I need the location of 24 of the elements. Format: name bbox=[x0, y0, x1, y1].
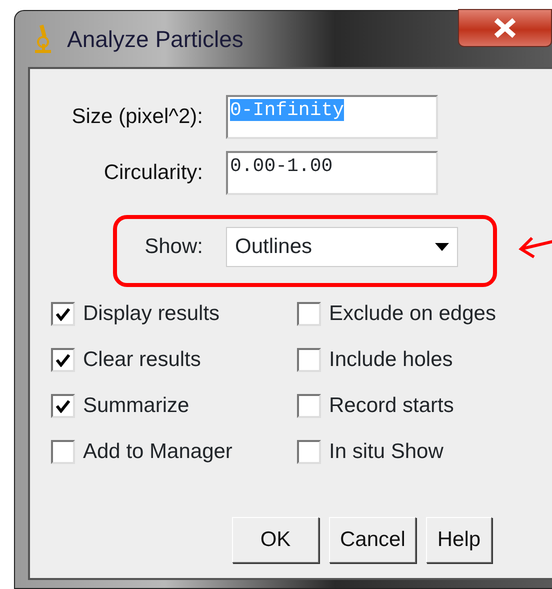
checkbox[interactable]: Record starts bbox=[297, 393, 537, 419]
show-dropdown[interactable]: Outlines bbox=[226, 227, 458, 267]
check-icon bbox=[55, 307, 71, 321]
checkbox[interactable]: Summarize bbox=[51, 393, 297, 419]
input-field[interactable]: 0.00-1.00 bbox=[226, 151, 438, 195]
window-title: Analyze Particles bbox=[67, 24, 244, 54]
close-icon bbox=[492, 18, 518, 38]
checkbox[interactable]: Add to Manager bbox=[51, 439, 297, 465]
dialog-button[interactable]: Help bbox=[426, 517, 492, 563]
checkbox[interactable]: Display results bbox=[51, 301, 297, 327]
checkbox[interactable]: Clear results bbox=[51, 347, 297, 373]
dialog-button[interactable]: Cancel bbox=[329, 517, 416, 563]
field-label: Size (pixel^2): bbox=[70, 104, 203, 130]
dialog-button[interactable]: OK bbox=[232, 517, 319, 563]
checkbox[interactable]: Exclude on edges bbox=[297, 301, 537, 327]
caret-icon bbox=[435, 243, 449, 251]
field-label: Circularity: bbox=[102, 160, 203, 186]
check-icon bbox=[55, 399, 71, 413]
check-icon bbox=[55, 353, 71, 367]
checkbox[interactable]: Include holes bbox=[297, 347, 537, 373]
show-label: Show: bbox=[144, 234, 203, 260]
close-button[interactable] bbox=[458, 9, 552, 47]
checkbox[interactable]: In situ Show bbox=[297, 439, 537, 465]
microscope-icon bbox=[33, 24, 53, 54]
